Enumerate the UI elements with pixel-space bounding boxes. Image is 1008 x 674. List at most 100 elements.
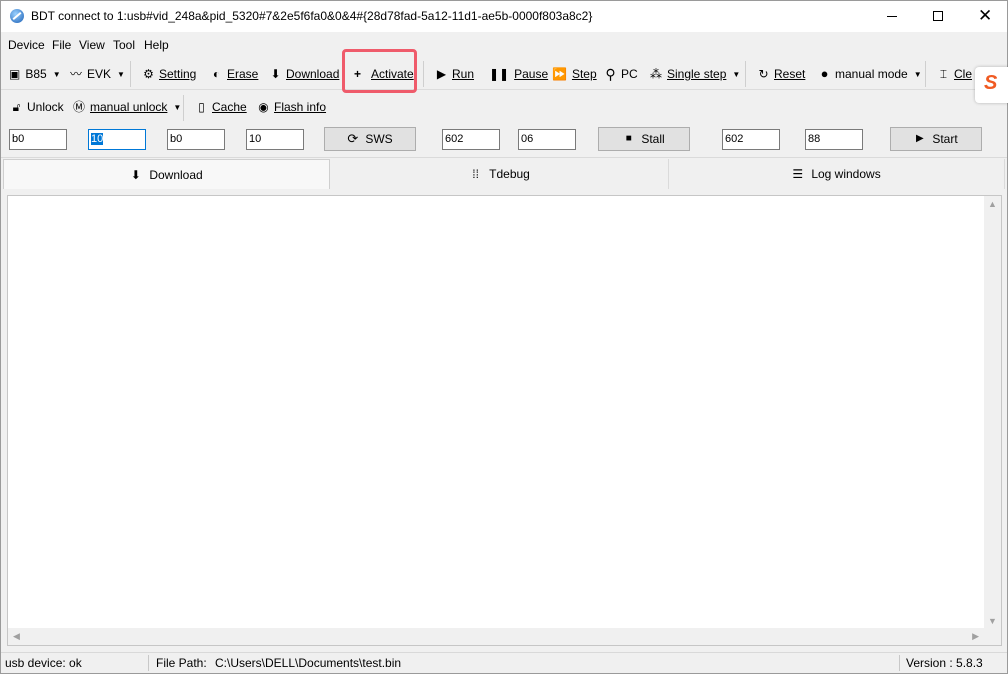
- main-toolbar: ▣ B85 ▼ 〰 EVK ▼ ⚙ Setting ◐ Erase ⬇ Downlo…: [1, 57, 1007, 90]
- binary-icon: ⁞⁞: [472, 167, 479, 181]
- ime-widget[interactable]: S: [975, 67, 1008, 103]
- status-separator: [148, 655, 149, 671]
- play-icon: ▶: [915, 133, 924, 144]
- reset-button[interactable]: ↻ Reset: [758, 64, 805, 84]
- toolbar-separator: [925, 61, 926, 87]
- sws-button[interactable]: ⟳ SWS: [324, 127, 416, 151]
- sd-card-icon: ▯: [198, 100, 205, 114]
- waveform-icon: 〰: [70, 67, 83, 81]
- minimize-icon: [887, 16, 897, 17]
- cache-button[interactable]: ▯ Cache: [196, 97, 247, 117]
- stall-button[interactable]: ■ Stall: [598, 127, 690, 151]
- horizontal-scrollbar[interactable]: ◀ ▶: [8, 628, 1001, 645]
- chevron-down-icon: ▼: [52, 69, 61, 79]
- version-label: Version : 5.8.3: [906, 656, 983, 670]
- manual-mode-select[interactable]: ● manual mode ▼: [819, 64, 922, 84]
- single-step-button[interactable]: ⁂ Single step ▼: [650, 64, 740, 84]
- menu-device[interactable]: Device: [8, 38, 45, 52]
- close-icon: ✕: [978, 6, 993, 25]
- minimize-button[interactable]: [869, 1, 915, 32]
- field-4[interactable]: 10: [246, 129, 304, 150]
- file-path-value: C:\Users\DELL\Documents\test.bin: [215, 656, 402, 670]
- menu-view[interactable]: View: [79, 38, 105, 52]
- mail-icon: Ⓜ: [73, 100, 86, 114]
- toolbar-separator: [423, 61, 424, 87]
- scroll-right-icon[interactable]: ▶: [972, 631, 979, 642]
- broom-icon: ⌶: [939, 67, 948, 81]
- app-icon: [10, 9, 24, 23]
- tab-download[interactable]: ⬇ Download: [3, 159, 330, 189]
- status-separator: [899, 655, 900, 671]
- vertical-scrollbar[interactable]: ▲ ▼: [984, 196, 1001, 629]
- step-button[interactable]: ⏩ Step: [552, 64, 597, 84]
- pc-button[interactable]: ⚲ PC: [605, 64, 637, 84]
- list-icon: ☰: [792, 167, 804, 181]
- board-select[interactable]: 〰 EVK ▼: [70, 64, 125, 84]
- download-button[interactable]: ⬇ Download: [270, 64, 339, 84]
- chevron-down-icon: ▼: [117, 69, 125, 79]
- download-icon: ⬇: [130, 167, 141, 182]
- clear-button[interactable]: ⌶ Cle: [938, 64, 972, 84]
- sync-icon: ⟳: [347, 131, 359, 146]
- menu-bar: Device File View Tool Help: [1, 32, 1007, 57]
- maximize-button[interactable]: [915, 1, 961, 32]
- menu-help[interactable]: Help: [144, 38, 169, 52]
- unlock-button[interactable]: 🔓︎ Unlock: [11, 97, 64, 117]
- tab-tdebug[interactable]: ⁞⁞ Tdebug: [332, 159, 669, 189]
- activate-highlight: [342, 49, 417, 93]
- chevron-down-icon: ▼: [913, 69, 922, 79]
- flash-info-button[interactable]: ◉ Flash info: [258, 97, 326, 117]
- scroll-down-icon[interactable]: ▼: [988, 616, 997, 626]
- close-button[interactable]: ✕: [961, 1, 1007, 32]
- pause-button[interactable]: ❚❚ Pause: [489, 64, 548, 84]
- chevron-down-icon: ▼: [173, 102, 182, 112]
- gear-icon: ⚙: [143, 67, 154, 81]
- eraser-icon: ◐: [212, 67, 221, 81]
- chip-select[interactable]: ▣ B85 ▼: [9, 64, 61, 84]
- ime-logo-icon: S: [984, 72, 998, 94]
- tab-log-windows[interactable]: ☰ Log windows: [669, 159, 1005, 189]
- download-icon: ⬇: [270, 67, 281, 81]
- chevron-down-icon: ▼: [732, 69, 741, 79]
- field-6[interactable]: 06: [518, 129, 576, 150]
- field-1[interactable]: b0: [9, 129, 67, 150]
- secondary-toolbar: 🔓︎ Unlock Ⓜ manual unlock ▼ ▯ Cache ◉ Fla…: [1, 90, 1007, 124]
- run-icon: ▶: [436, 67, 447, 81]
- start-button[interactable]: ▶ Start: [890, 127, 982, 151]
- menu-file[interactable]: File: [52, 38, 71, 52]
- footsteps-icon: ⁂: [650, 67, 662, 81]
- menu-tool[interactable]: Tool: [113, 38, 135, 52]
- register-input-row: b0 10 b0 10 ⟳ SWS 602 06 ■ Stall 602 88 ▶ S…: [1, 124, 1007, 157]
- reset-icon: ↻: [758, 67, 769, 81]
- field-3[interactable]: b0: [167, 129, 225, 150]
- maximize-icon: [933, 11, 943, 21]
- step-icon: ⏩: [552, 67, 567, 81]
- stop-icon: ■: [625, 133, 632, 144]
- status-bar: usb device: ok File Path: C:\Users\DELL\…: [1, 652, 1007, 673]
- search-icon: ⚲: [605, 66, 616, 82]
- manual-unlock-select[interactable]: Ⓜ manual unlock ▼: [73, 97, 181, 117]
- toolbar-separator: [130, 61, 131, 87]
- tab-bar: ⬇ Download ⁞⁞ Tdebug ☰ Log windows: [1, 157, 1007, 189]
- chip-icon: ▣: [9, 67, 21, 81]
- title-bar: BDT connect to 1:usb#vid_248a&pid_5320#7…: [1, 1, 1007, 32]
- field-2[interactable]: 10: [88, 129, 146, 150]
- download-panel[interactable]: ▲ ▼ ◀ ▶: [7, 195, 1002, 646]
- setting-button[interactable]: ⚙ Setting: [143, 64, 196, 84]
- field-8[interactable]: 88: [805, 129, 863, 150]
- window-title: BDT connect to 1:usb#vid_248a&pid_5320#7…: [31, 9, 593, 23]
- run-button[interactable]: ▶ Run: [436, 64, 474, 84]
- device-status: usb device: ok: [5, 656, 82, 670]
- eye-icon: ◉: [258, 100, 269, 114]
- field-5[interactable]: 602: [442, 129, 500, 150]
- pause-icon: ❚❚: [489, 67, 510, 81]
- scroll-left-icon[interactable]: ◀: [13, 631, 20, 642]
- manual-mode-icon: ●: [820, 66, 829, 81]
- file-path-label: File Path:: [156, 656, 207, 670]
- erase-button[interactable]: ◐ Erase: [211, 64, 258, 84]
- scroll-up-icon[interactable]: ▲: [988, 199, 997, 209]
- toolbar-separator: [183, 95, 184, 121]
- toolbar-separator: [745, 61, 746, 87]
- unlock-icon: 🔓︎: [12, 100, 21, 114]
- field-7[interactable]: 602: [722, 129, 780, 150]
